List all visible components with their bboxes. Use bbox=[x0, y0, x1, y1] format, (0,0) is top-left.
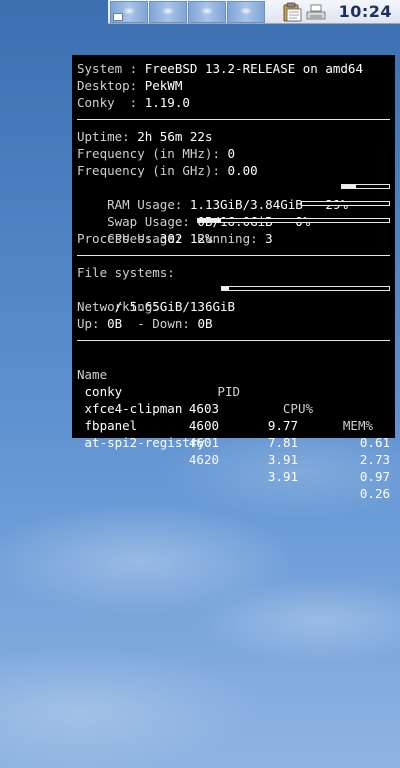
uptime-label: Uptime: bbox=[77, 129, 138, 144]
processes-value: 302 bbox=[159, 231, 183, 246]
process-table-header: Name PID CPU% MEM% bbox=[77, 349, 390, 433]
system-value: FreeBSD 13.2-RELEASE on amd64 bbox=[144, 61, 363, 76]
top-panel: 10:24 bbox=[108, 0, 400, 24]
frequency-ghz-row: Frequency (in GHz): 0.00 bbox=[77, 162, 390, 179]
divider bbox=[77, 340, 390, 341]
system-label: System : bbox=[77, 61, 145, 76]
frequency-mhz-label: Frequency (in MHz): bbox=[77, 146, 228, 161]
divider bbox=[77, 255, 390, 256]
network-row: Up: 0B - Down: 0B bbox=[77, 315, 390, 332]
process-cpu: 3.91 bbox=[267, 452, 298, 467]
process-row: xfce4-clipman 4600 7.81 2.73 bbox=[77, 383, 390, 467]
workspace-4[interactable] bbox=[227, 1, 265, 23]
process-row: conky 4603 9.77 0.61 bbox=[77, 366, 390, 450]
process-table: Name PID CPU% MEM% conky 4603 9.77 0.61 … bbox=[77, 349, 390, 501]
system-row: System : FreeBSD 13.2-RELEASE on amd64 bbox=[77, 60, 390, 77]
workspace-3[interactable] bbox=[188, 1, 226, 23]
cpu-usage-bar bbox=[197, 218, 390, 223]
workspace-1[interactable] bbox=[110, 1, 148, 23]
desktop-value: PekWM bbox=[144, 78, 183, 93]
running-value: 3 bbox=[265, 231, 273, 246]
clipboard-icon[interactable] bbox=[281, 2, 303, 22]
process-cpu: 7.81 bbox=[267, 435, 298, 450]
frequency-ghz-value: 0.00 bbox=[227, 163, 258, 178]
up-value: 0B bbox=[107, 316, 123, 331]
workspace-2[interactable] bbox=[149, 1, 187, 23]
networking-label: Networking: bbox=[77, 299, 160, 314]
process-mem: 2.73 bbox=[359, 452, 390, 467]
workspace-pager bbox=[110, 1, 265, 23]
filesystem-row: / 5.65GiB/136GiB bbox=[77, 281, 390, 314]
swap-usage-bar bbox=[301, 201, 390, 206]
desktop-label: Desktop: bbox=[77, 78, 145, 93]
uptime-value: 2h 56m 22s bbox=[137, 129, 213, 144]
up-label: Up: bbox=[77, 316, 108, 331]
processes-row: Processes: 302 Running: 3 bbox=[77, 230, 390, 247]
ram-usage-bar bbox=[341, 184, 390, 189]
cpu-row: CPU Usage: 12% bbox=[77, 213, 390, 246]
process-mem: 0.26 bbox=[359, 486, 390, 501]
swap-row: Swap Usage: 0B/16.0GiB - 0% bbox=[77, 196, 390, 229]
down-value: 0B bbox=[197, 316, 213, 331]
clock[interactable]: 10:24 bbox=[339, 0, 392, 24]
filesystem-usage-bar bbox=[221, 286, 390, 291]
printer-icon[interactable] bbox=[305, 2, 327, 22]
filesystems-label: File systems: bbox=[77, 265, 175, 280]
window-thumbnail bbox=[113, 13, 123, 21]
frequency-ghz-label: Frequency (in GHz): bbox=[77, 163, 228, 178]
process-row: fbpanel 4601 3.91 0.97 bbox=[77, 400, 390, 484]
frequency-mhz-value: 0 bbox=[227, 146, 236, 161]
running-label: Running: bbox=[182, 231, 266, 246]
networking-heading: Networking: bbox=[77, 298, 390, 315]
process-mem: 0.61 bbox=[359, 435, 390, 450]
desktop-row: Desktop: PekWM bbox=[77, 77, 390, 94]
conky-value: 1.19.0 bbox=[144, 95, 190, 110]
process-pid: 4620 bbox=[188, 452, 219, 467]
conky-window: System : FreeBSD 13.2-RELEASE on amd64 D… bbox=[72, 55, 395, 501]
down-label: - Down: bbox=[122, 316, 198, 331]
process-name: at-spi2-registry bbox=[77, 435, 205, 450]
conky-version-row: Conky : 1.19.0 bbox=[77, 94, 390, 111]
divider bbox=[77, 119, 390, 120]
filesystems-heading: File systems: bbox=[77, 264, 390, 281]
ram-usage-fill bbox=[342, 185, 356, 188]
uptime-row: Uptime: 2h 56m 22s bbox=[77, 128, 390, 145]
processes-label: Processes: bbox=[77, 231, 160, 246]
frequency-mhz-row: Frequency (in MHz): 0 bbox=[77, 145, 390, 162]
cpu-usage-fill bbox=[198, 219, 221, 222]
process-row: at-spi2-registry 4620 3.91 0.26 bbox=[77, 417, 390, 501]
conky-label: Conky : bbox=[77, 95, 145, 110]
process-mem: 0.97 bbox=[359, 469, 390, 484]
ram-row: RAM Usage: 1.13GiB/3.84GiB - 29% bbox=[77, 179, 390, 212]
filesystem-usage-fill bbox=[222, 287, 229, 290]
process-cpu: 3.91 bbox=[267, 469, 298, 484]
